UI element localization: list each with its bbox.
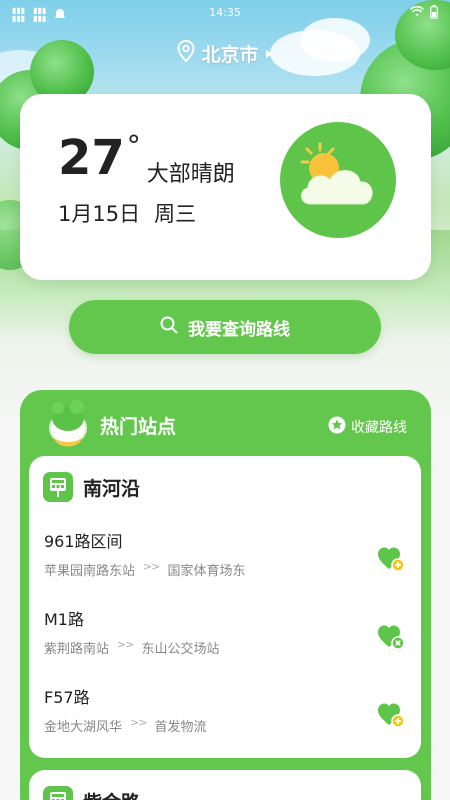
status-bar: ▮▮▮ ▮▮▮ ▮▮▮ ▮▮▮ 14:35 [0, 0, 450, 26]
wifi-icon [409, 5, 425, 21]
heart-remove-icon[interactable] [376, 622, 406, 652]
hot-stations-title: 热门站点 [100, 416, 177, 438]
status-time: 14:35 [209, 6, 241, 19]
search-route-button[interactable]: 我要查询路线 [69, 300, 381, 354]
route-destination: 首发物流 [154, 720, 207, 735]
route-destination: 东山公交场站 [141, 642, 220, 657]
bus-stop-icon [43, 786, 73, 800]
location-selector[interactable]: 北京市 [0, 38, 450, 68]
route-item[interactable]: F57路 金地大湖风华 >> 首发物流 [44, 684, 406, 744]
station-card: 南河沿 961路区间 苹果园南路东站 >> 国家体育场东 M1路 紫荆路南站 >… [29, 456, 421, 758]
weather-card: 27 ° 大部晴朗 1月15日 周三 [20, 94, 431, 280]
route-item[interactable]: 961路区间 苹果园南路东站 >> 国家体育场东 [44, 528, 406, 588]
route-origin: 紫荆路南站 [44, 642, 110, 657]
route-name: M1路 [44, 610, 84, 629]
hot-stations-header: 热门站点 收藏路线 [20, 390, 431, 456]
favorite-routes-label: 收藏路线 [351, 420, 407, 436]
route-arrow-separator: >> [130, 716, 147, 729]
search-icon [160, 316, 178, 339]
star-badge-icon [328, 416, 346, 438]
station-name: 南河沿 [83, 477, 141, 500]
degree-symbol: ° [126, 129, 141, 162]
weather-icon-badge [280, 122, 396, 238]
search-route-label: 我要查询路线 [188, 319, 290, 340]
route-item[interactable]: M1路 紫荆路南站 >> 东山公交场站 [44, 606, 406, 666]
route-origin: 苹果园南路东站 [44, 564, 136, 579]
location-pin-icon [177, 39, 195, 67]
station-header[interactable]: 南河沿 [43, 472, 140, 502]
bus-stop-icon [43, 472, 73, 502]
favorite-routes-button[interactable]: 收藏路线 [328, 416, 407, 438]
route-name: 961路区间 [44, 532, 123, 551]
route-arrow-separator: >> [117, 638, 134, 651]
weekday-label: 周三 [154, 202, 197, 226]
battery-icon [430, 5, 438, 22]
heart-plus-icon[interactable] [376, 700, 406, 730]
route-arrow-separator: >> [143, 560, 160, 573]
date-label: 1月15日 [58, 202, 141, 226]
route-name: F57路 [44, 688, 90, 707]
hot-stations-panel: 热门站点 收藏路线 南河沿 961路区间 苹果园南路东站 >> 国家体育场东 M… [20, 390, 431, 800]
partly-sunny-icon [300, 142, 373, 205]
weather-condition: 大部晴朗 [146, 162, 235, 187]
route-destination: 国家体育场东 [167, 564, 246, 579]
temperature-value: 27 [58, 130, 125, 186]
route-origin: 金地大湖风华 [44, 720, 123, 735]
mascot-icon [44, 398, 92, 448]
city-name: 北京市 [201, 43, 259, 66]
heart-plus-icon[interactable] [376, 544, 406, 574]
station-name: 紫金路 [83, 788, 140, 800]
station-card: 紫金路 [29, 770, 421, 800]
chevron-right-icon [265, 42, 273, 64]
station-header[interactable]: 紫金路 [43, 786, 140, 800]
